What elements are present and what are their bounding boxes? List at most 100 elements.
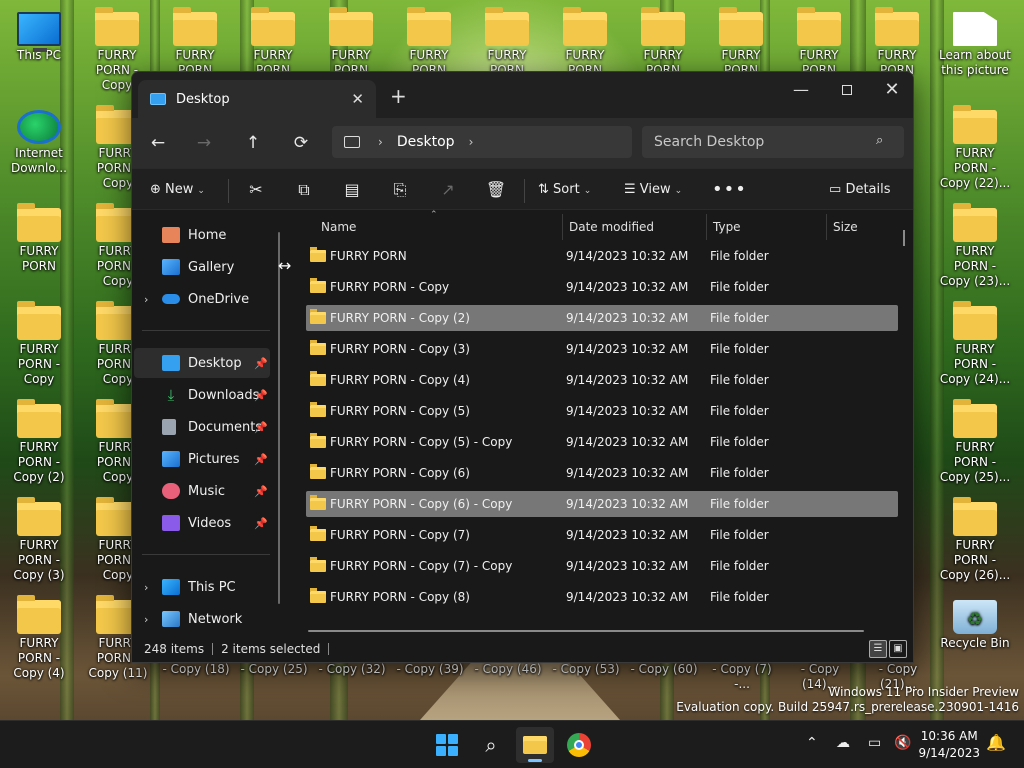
desktop-icon-folder[interactable]: FURRY PORN xyxy=(313,7,389,78)
table-row[interactable]: FURRY PORN - Copy (3) 9/14/2023 10:32 AM F… xyxy=(306,336,898,362)
table-row[interactable]: FURRY PORN - Copy (6) 9/14/2023 10:32 AM F… xyxy=(306,460,898,486)
sidebar-item-onedrive[interactable]: › OneDrive xyxy=(134,284,270,314)
chrome-taskbar-button[interactable] xyxy=(560,727,598,763)
sidebar-item-videos[interactable]: Videos 📌 xyxy=(134,508,270,538)
column-divider[interactable] xyxy=(562,214,563,240)
share-button[interactable]: ↗ xyxy=(434,177,462,203)
desktop-icon-label[interactable]: - Copy (46) xyxy=(470,662,546,677)
address-bar[interactable]: › Desktop › xyxy=(332,126,632,158)
chevron-right-icon[interactable]: › xyxy=(144,613,148,626)
sidebar-item-desktop[interactable]: Desktop 📌 xyxy=(134,348,270,378)
copy-button[interactable]: ⧉ xyxy=(290,177,318,203)
file-list-scrollbar[interactable] xyxy=(903,230,905,246)
desktop-icon-doc[interactable]: Learn about this picture xyxy=(937,12,1013,78)
table-row[interactable]: FURRY PORN - Copy (8) 9/14/2023 10:32 AM F… xyxy=(306,584,898,610)
desktop-icon-pc[interactable]: This PC xyxy=(1,12,77,63)
sidebar-item-this-pc[interactable]: › This PC xyxy=(134,572,270,602)
details-pane-button[interactable]: ▭ Details xyxy=(829,177,891,203)
desktop-icon-folder[interactable]: FURRY PORN xyxy=(469,7,545,78)
desktop-icon-label[interactable]: - Copy (18) xyxy=(158,662,234,677)
desktop-icon-folder[interactable]: FURRY PORN - Copy (26)... xyxy=(937,497,1013,583)
desktop-icon-folder[interactable]: FURRY PORN xyxy=(1,203,77,274)
desktop-icon-label[interactable]: - Copy (25) xyxy=(236,662,312,677)
desktop-icon-label[interactable]: - Copy (60) xyxy=(626,662,702,677)
sidebar-item-home[interactable]: Home xyxy=(134,220,270,250)
chevron-right-icon[interactable]: › xyxy=(144,581,148,594)
desktop-icon-folder[interactable]: FURRY PORN xyxy=(859,7,935,78)
column-divider[interactable] xyxy=(706,214,707,240)
tab-desktop[interactable]: Desktop ✕ xyxy=(138,80,376,118)
desktop-icon-folder[interactable]: FURRY PORN xyxy=(625,7,701,78)
desktop-icon-folder[interactable]: FURRY PORN - Copy (23)... xyxy=(937,203,1013,289)
desktop-icon-folder[interactable]: FURRY PORN - Copy (2) xyxy=(1,399,77,485)
onedrive-cloud-icon[interactable]: ☁ xyxy=(836,735,850,751)
back-button[interactable]: ← xyxy=(144,130,172,156)
desktop-icon-label[interactable]: - Copy (32) xyxy=(314,662,390,677)
delete-button[interactable]: 🗑 xyxy=(482,177,510,203)
table-row[interactable]: FURRY PORN - Copy (5) - Copy 9/14/2023 10… xyxy=(306,429,898,455)
taskbar-clock[interactable]: 10:36 AM 9/14/2023 xyxy=(918,728,980,762)
new-tab-button[interactable]: + xyxy=(390,84,407,108)
close-button[interactable]: ✕ xyxy=(869,76,913,106)
desktop-icon-label[interactable]: - Copy (39) xyxy=(392,662,468,677)
desktop-icon-folder[interactable]: FURRY PORN xyxy=(547,7,623,78)
sidebar-scrollbar[interactable] xyxy=(278,232,280,604)
chevron-up-icon[interactable]: ⌃ xyxy=(806,735,818,751)
search-taskbar-button[interactable]: ⌕ xyxy=(472,727,510,763)
desktop-icon-folder[interactable]: FURRY PORN - Copy xyxy=(1,301,77,387)
sidebar-item-gallery[interactable]: Gallery xyxy=(134,252,270,282)
chevron-right-icon[interactable]: › xyxy=(144,293,148,306)
desktop-icon-folder[interactable]: FURRY PORN xyxy=(391,7,467,78)
paste-button[interactable]: ▤ xyxy=(338,177,366,203)
more-options-button[interactable]: ••• xyxy=(712,177,747,203)
desktop-icon-folder[interactable]: FURRY PORN - Copy (3) xyxy=(1,497,77,583)
column-header-size[interactable]: Size xyxy=(833,212,858,242)
volume-muted-icon[interactable]: 🔇 xyxy=(894,735,911,751)
table-row[interactable]: FURRY PORN - Copy (7) - Copy 9/14/2023 10… xyxy=(306,553,898,579)
desktop-icon-folder[interactable]: FURRY PORN xyxy=(781,7,857,78)
title-bar[interactable]: Desktop ✕ + — ✕ xyxy=(132,72,913,118)
rename-button[interactable]: ⎘ xyxy=(386,177,414,203)
sidebar-item-downloads[interactable]: ⤓ Downloads 📌 xyxy=(134,380,270,410)
desktop-icon-bin[interactable]: ♻ Recycle Bin xyxy=(937,600,1013,651)
table-row[interactable]: FURRY PORN 9/14/2023 10:32 AM File folder xyxy=(306,243,898,269)
forward-button[interactable]: → xyxy=(190,130,218,156)
desktop-icon-folder[interactable]: FURRY PORN xyxy=(703,7,779,78)
cut-button[interactable]: ✂ xyxy=(242,177,270,203)
column-header-type[interactable]: Type xyxy=(713,212,741,242)
table-row[interactable]: FURRY PORN - Copy (7) 9/14/2023 10:32 AM F… xyxy=(306,522,898,548)
table-row[interactable]: FURRY PORN - Copy 9/14/2023 10:32 AM File … xyxy=(306,274,898,300)
desktop-icon-folder[interactable]: FURRY PORN - Copy (22)... xyxy=(937,105,1013,191)
tab-close-icon[interactable]: ✕ xyxy=(351,90,364,108)
maximize-button[interactable] xyxy=(824,76,870,106)
horizontal-scrollbar[interactable] xyxy=(308,630,864,632)
column-header-name[interactable]: Name xyxy=(321,212,356,242)
file-explorer-taskbar-button[interactable] xyxy=(516,727,554,763)
desktop-icon-label[interactable]: - Copy (53) xyxy=(548,662,624,677)
desktop-icon-folder[interactable]: FURRY PORN - Copy (4) xyxy=(1,595,77,681)
refresh-button[interactable]: ⟳ xyxy=(287,130,315,156)
column-divider[interactable] xyxy=(826,214,827,240)
new-button[interactable]: ⊕ New ⌄ xyxy=(150,177,205,203)
table-row[interactable]: FURRY PORN - Copy (4) 9/14/2023 10:32 AM F… xyxy=(306,367,898,393)
table-row[interactable]: FURRY PORN - Copy (2) 9/14/2023 10:32 AM F… xyxy=(306,305,898,331)
notification-bell-icon[interactable]: 🔔 xyxy=(986,733,1006,752)
sidebar-item-network[interactable]: › Network xyxy=(134,604,270,634)
breadcrumb-chevron-icon[interactable]: › xyxy=(378,135,383,149)
desktop-icon-folder[interactable]: FURRY PORN xyxy=(157,7,233,78)
view-button[interactable]: ☰ View ⌄ xyxy=(624,177,682,203)
breadcrumb-desktop[interactable]: Desktop xyxy=(397,134,455,150)
start-button[interactable] xyxy=(428,727,466,763)
search-input[interactable] xyxy=(642,126,904,158)
minimize-button[interactable]: — xyxy=(778,76,824,106)
details-view-icon[interactable]: ☰ xyxy=(869,640,887,658)
table-row[interactable]: FURRY PORN - Copy (5) 9/14/2023 10:32 AM F… xyxy=(306,398,898,424)
up-button[interactable]: ↑ xyxy=(239,130,267,156)
desktop-icon-folder[interactable]: FURRY PORN - Copy (24)... xyxy=(937,301,1013,387)
sidebar-item-documents[interactable]: Documents 📌 xyxy=(134,412,270,442)
column-header-date[interactable]: Date modified xyxy=(569,212,654,242)
sidebar-item-pictures[interactable]: Pictures 📌 xyxy=(134,444,270,474)
table-row[interactable]: FURRY PORN - Copy (6) - Copy 9/14/2023 10… xyxy=(306,491,898,517)
desktop-icon-idm[interactable]: Internet Downlo... xyxy=(1,110,77,176)
breadcrumb-chevron-icon[interactable]: › xyxy=(469,135,474,149)
